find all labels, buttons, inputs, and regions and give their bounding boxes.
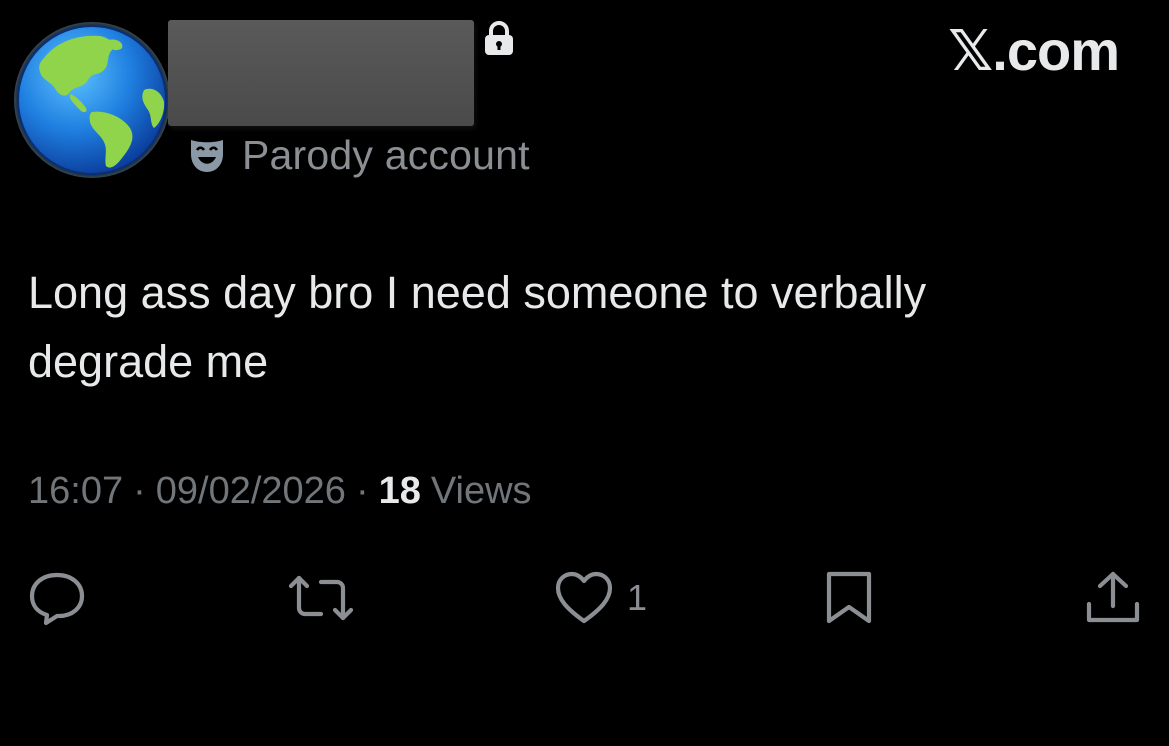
share-button[interactable] [1084, 570, 1142, 626]
like-button[interactable]: 1 [555, 570, 647, 626]
post-time[interactable]: 16:07 [28, 470, 123, 513]
x-brand-watermark: 𝕏.com [948, 19, 1120, 82]
bookmark-icon [826, 571, 872, 624]
post-date[interactable]: 09/02/2026 [156, 470, 346, 513]
repost-icon [288, 575, 354, 621]
views-label: Views [430, 470, 532, 512]
bookmark-button[interactable] [824, 570, 874, 626]
globe-americas-icon [14, 22, 170, 178]
post-text: Long ass day bro I need someone to verba… [28, 267, 927, 387]
lock-icon [485, 21, 513, 55]
avatar[interactable] [12, 20, 172, 180]
post-metadata: 16:07 · 09/02/2026 · 18 Views [28, 470, 532, 513]
redacted-display-name [168, 20, 474, 126]
parody-account-label: Parody account [242, 131, 530, 178]
reply-icon [29, 572, 85, 626]
share-icon [1086, 571, 1140, 623]
separator-dot: · [133, 470, 146, 512]
repost-button[interactable] [288, 570, 354, 626]
like-count: 1 [627, 577, 648, 618]
theater-mask-icon [191, 140, 223, 172]
views-count: 18 [378, 470, 421, 512]
heart-icon [555, 571, 613, 624]
separator-dot: · [355, 470, 369, 512]
parody-badge[interactable]: Parody account [188, 132, 530, 178]
reply-button[interactable] [28, 570, 86, 626]
